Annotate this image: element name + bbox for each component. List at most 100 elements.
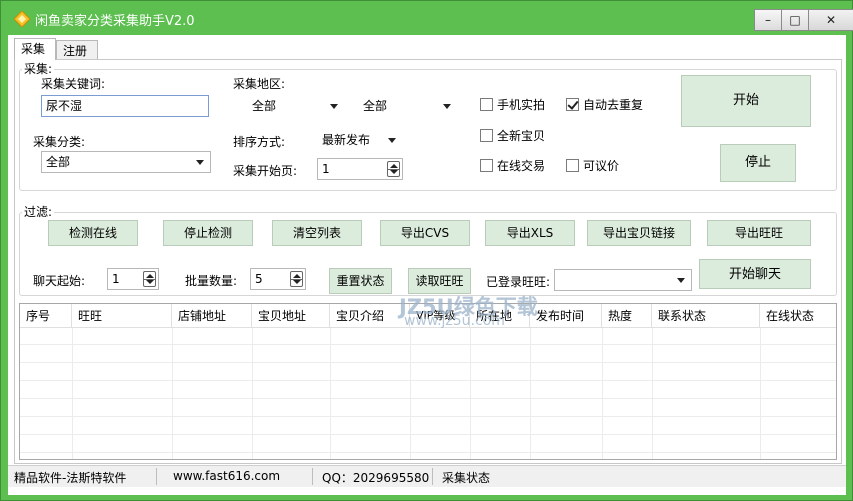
tab-page-collect: 采集: 采集关键词: 尿不湿 采集分类: 全部 采集地区: 全部 全部 排序方式…: [14, 59, 842, 464]
maximize-button[interactable]: □: [781, 9, 809, 31]
tab-collect[interactable]: 采集: [14, 38, 56, 60]
start-page-spinner[interactable]: 1: [317, 158, 403, 180]
region-city-value: 全部: [363, 99, 388, 113]
keyword-label: 采集关键词:: [41, 77, 106, 91]
start-page-value: 1: [322, 162, 330, 176]
chat-start-spinner[interactable]: 1: [107, 268, 159, 290]
spin-arrows-icon[interactable]: [290, 271, 303, 287]
category-select[interactable]: 全部: [41, 151, 211, 173]
batch-value: 5: [255, 272, 263, 286]
column-divider: [652, 328, 653, 459]
start-chat-button[interactable]: 开始聊天: [699, 259, 811, 289]
category-value: 全部: [46, 155, 71, 169]
sort-value: 最新发布: [322, 133, 371, 147]
column-divider: [72, 328, 73, 459]
window-title: 闲鱼卖家分类采集助手V2.0: [35, 14, 195, 29]
column-divider: [252, 328, 253, 459]
export-item-links-button[interactable]: 导出宝贝链接: [587, 220, 691, 246]
spin-arrows-icon[interactable]: [387, 161, 400, 177]
status-vendor: 精品软件-法斯特软件: [14, 471, 127, 485]
region-label: 采集地区:: [233, 77, 286, 91]
status-qq: QQ：2029695580: [322, 471, 430, 485]
table-row: [20, 436, 836, 453]
table-row: [20, 418, 836, 435]
close-button[interactable]: ✕: [808, 9, 853, 31]
status-separator: [312, 468, 313, 485]
chat-start-label: 聊天起始:: [33, 274, 86, 288]
stop-check-button[interactable]: 停止检测: [163, 220, 253, 246]
export-wangwang-button[interactable]: 导出旺旺: [707, 220, 811, 246]
spin-arrows-icon[interactable]: [143, 271, 156, 287]
checkbox-phone-photo[interactable]: 手机实拍: [480, 96, 545, 113]
chevron-down-icon: [330, 104, 338, 109]
checkbox-brand-new[interactable]: 全新宝贝: [480, 127, 545, 144]
checkbox-label: 在线交易: [497, 159, 546, 173]
column-header-wangwang[interactable]: 旺旺: [72, 304, 172, 328]
batch-spinner[interactable]: 5: [250, 268, 306, 290]
app-diamond-icon: [14, 11, 30, 27]
checkbox-box: [480, 98, 493, 111]
status-separator: [156, 468, 157, 485]
checkbox-label: 自动去重复: [583, 98, 644, 112]
status-bar: 精品软件-法斯特软件 www.fast616.com QQ：2029695580…: [8, 465, 846, 487]
stop-button[interactable]: 停止: [720, 144, 796, 182]
chat-start-value: 1: [112, 272, 120, 286]
status-separator: [432, 468, 433, 485]
logged-wangwang-select[interactable]: [554, 269, 692, 291]
column-divider: [530, 328, 531, 459]
column-header-publish-time[interactable]: 发布时间: [530, 304, 602, 328]
column-header-vip-level[interactable]: VIP等级: [410, 304, 470, 328]
column-header-heat[interactable]: 热度: [602, 304, 652, 328]
column-divider: [760, 328, 761, 459]
table-header: 序号 旺旺 店铺地址 宝贝地址 宝贝介绍 VIP等级 所在地 发布时间 热度 联…: [20, 304, 836, 328]
column-header-contact-status[interactable]: 联系状态: [652, 304, 760, 328]
export-xls-button[interactable]: 导出XLS: [485, 220, 575, 246]
column-divider: [470, 328, 471, 459]
title-bar[interactable]: 闲鱼卖家分类采集助手V2.0 – □ ✕: [1, 1, 853, 35]
table-row: [20, 400, 836, 417]
keyword-input[interactable]: 尿不湿: [41, 95, 209, 117]
results-table[interactable]: 序号 旺旺 店铺地址 宝贝地址 宝贝介绍 VIP等级 所在地 发布时间 热度 联…: [19, 303, 837, 460]
column-header-location[interactable]: 所在地: [470, 304, 530, 328]
checkbox-auto-dedupe[interactable]: 自动去重复: [566, 96, 643, 113]
minimize-button[interactable]: –: [754, 9, 782, 31]
category-label: 采集分类:: [33, 135, 86, 149]
table-row: [20, 346, 836, 363]
column-header-index[interactable]: 序号: [20, 304, 72, 328]
checkbox-box: [480, 159, 493, 172]
table-row: [20, 328, 836, 345]
table-row: [20, 382, 836, 399]
checkbox-label: 手机实拍: [497, 98, 546, 112]
checkbox-label: 全新宝贝: [497, 129, 546, 143]
client-area: 采集 注册 采集: 采集关键词: 尿不湿 采集分类: 全部 采集地区: 全部 全…: [8, 35, 846, 495]
tab-register[interactable]: 注册: [56, 40, 98, 59]
chevron-down-icon: [443, 104, 451, 109]
column-header-online-status[interactable]: 在线状态: [760, 304, 836, 328]
export-csv-button[interactable]: 导出CVS: [380, 220, 470, 246]
start-button[interactable]: 开始: [681, 75, 811, 127]
column-header-item-desc[interactable]: 宝贝介绍: [330, 304, 410, 328]
read-wangwang-button[interactable]: 读取旺旺: [408, 268, 471, 294]
column-header-item-url[interactable]: 宝贝地址: [252, 304, 330, 328]
column-divider: [602, 328, 603, 459]
chevron-down-icon: [388, 138, 396, 143]
chevron-down-icon: [677, 278, 685, 283]
checkbox-online-trade[interactable]: 在线交易: [480, 157, 545, 174]
batch-label: 批量数量:: [185, 274, 238, 288]
check-online-button[interactable]: 检测在线: [48, 220, 138, 246]
column-header-shop-url[interactable]: 店铺地址: [172, 304, 252, 328]
status-collect-state: 采集状态: [442, 471, 491, 485]
column-divider: [330, 328, 331, 459]
app-window: 闲鱼卖家分类采集助手V2.0 – □ ✕ 采集 注册 采集: 采集关键词: 尿不…: [0, 0, 853, 501]
chevron-down-icon: [196, 160, 204, 165]
clear-list-button[interactable]: 清空列表: [272, 220, 362, 246]
start-page-label: 采集开始页:: [233, 164, 298, 178]
checkbox-box: [480, 129, 493, 142]
table-row: [20, 364, 836, 381]
reset-status-button[interactable]: 重置状态: [329, 268, 392, 294]
checkbox-negotiable[interactable]: 可议价: [566, 157, 619, 174]
region-province-select[interactable]: 全部: [247, 95, 345, 117]
column-divider: [410, 328, 411, 459]
sort-select[interactable]: 最新发布: [317, 129, 403, 151]
region-city-select[interactable]: 全部: [358, 95, 458, 117]
